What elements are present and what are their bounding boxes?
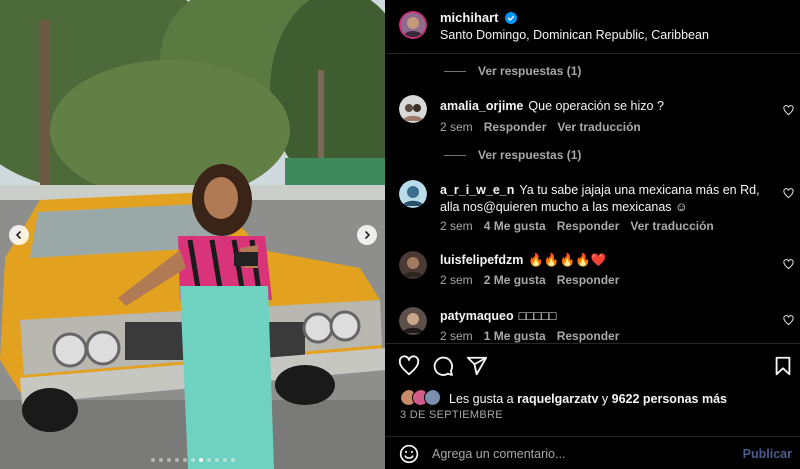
carousel-dot [222,458,227,462]
post-location[interactable]: Santo Domingo, Dominican Republic, Carib… [440,28,709,42]
post-date[interactable]: 3 DE SEPTIEMBRE [400,409,503,421]
comments-list: Ver respuestas (1) amalia_orjime Que oper… [386,55,800,343]
bookmark-icon[interactable] [772,355,794,377]
comment-meta: 2 sem 2 Me gusta Responder [440,273,630,287]
comment-likes[interactable]: 1 Me gusta [484,329,546,343]
carousel-dot [158,458,163,462]
view-replies-button[interactable]: Ver respuestas (1) [444,148,581,162]
comment-text-block: a_r_i_w_e_n Ya tu sabe jajaja una mexican… [440,182,770,216]
emoji-icon[interactable] [399,444,419,464]
comment-like-icon[interactable] [783,315,794,326]
carousel-dot [190,458,195,462]
comment-username[interactable]: patymaqueo [440,309,514,323]
replies-line [444,71,466,73]
carousel-dot [198,458,203,462]
commenter-avatar[interactable] [399,307,427,335]
reply-button[interactable]: Responder [557,219,620,233]
verified-badge-icon [505,12,518,24]
comment-text-block: luisfelipefdzm 🔥🔥🔥🔥❤️ [440,252,770,269]
likes-count[interactable]: 9622 personas más [612,392,727,406]
next-slide-button[interactable] [357,225,377,245]
carousel-dot [182,458,187,462]
carousel-dot [150,458,155,462]
reply-button[interactable]: Responder [557,329,620,343]
replies-line [444,155,466,157]
comment-like-icon[interactable] [783,105,794,116]
comment-username[interactable]: a_r_i_w_e_n [440,183,514,197]
post-header: michihart Santo Domingo, Dominican Repub… [386,0,800,54]
comment-meta: 2 sem 1 Me gusta Responder [440,329,630,343]
comment-time[interactable]: 2 sem [440,219,473,233]
likers-avatars[interactable] [400,389,444,407]
heart-icon[interactable] [398,355,420,377]
post-photo [0,0,385,469]
share-icon[interactable] [466,355,488,377]
likes-text: Les gusta a raquelgarzatv y 9622 persona… [449,392,727,406]
comment-time[interactable]: 2 sem [440,273,473,287]
comment-text-block: patymaqueo □□□□□ [440,308,770,325]
likes-prefix: Les gusta a [449,392,514,406]
reply-button[interactable]: Responder [557,273,620,287]
comment-time[interactable]: 2 sem [440,120,473,134]
comment-icon[interactable] [432,355,454,377]
reply-button[interactable]: Responder [484,120,547,134]
chevron-left-icon [15,230,22,240]
post-details-panel: michihart Santo Domingo, Dominican Repub… [386,0,800,469]
chevron-right-icon [364,230,371,240]
comment-meta: 2 sem Responder Ver traducción [440,120,652,134]
comment-body: □□□□□ [518,309,557,323]
commenter-avatar[interactable] [399,180,427,208]
comment-time[interactable]: 2 sem [440,329,473,343]
view-replies-label[interactable]: Ver respuestas (1) [478,148,581,162]
comment-meta: 2 sem 4 Me gusta Responder Ver traducción [440,219,725,233]
comment-username[interactable]: luisfelipefdzm [440,253,523,267]
comment-composer: Publicar [386,436,800,469]
comment-like-icon[interactable] [783,188,794,199]
author-avatar[interactable] [399,11,427,39]
comment-input[interactable] [432,443,712,465]
carousel-dot [230,458,235,462]
author-username-text[interactable]: michihart [440,10,499,25]
carousel-dot [174,458,179,462]
likes-conjunction: y [601,392,609,406]
comment-text-block: amalia_orjime Que operación se hizo ? [440,98,770,115]
translate-button[interactable]: Ver traducción [630,219,713,233]
post-actions-bar [386,343,800,385]
liker-username[interactable]: raquelgarzatv [517,392,598,406]
author-username[interactable]: michihart [440,10,518,25]
commenter-avatar[interactable] [399,95,427,123]
comment-username[interactable]: amalia_orjime [440,99,523,113]
publish-button[interactable]: Publicar [743,447,792,461]
liker-avatar [424,389,441,406]
comment-body: 🔥🔥🔥🔥❤️ [528,253,607,267]
carousel-dot [206,458,211,462]
carousel-dot [166,458,171,462]
translate-button[interactable]: Ver traducción [557,120,640,134]
comment-likes[interactable]: 2 Me gusta [484,273,546,287]
comment-likes[interactable]: 4 Me gusta [484,219,546,233]
previous-slide-button[interactable] [9,225,29,245]
carousel-indicator [0,458,385,462]
comment-body: Que operación se hizo ? [528,99,664,113]
comment-like-icon[interactable] [783,259,794,270]
carousel-dot [214,458,219,462]
photo-scene [0,0,385,469]
commenter-avatar[interactable] [399,251,427,279]
view-replies-label[interactable]: Ver respuestas (1) [478,64,581,78]
view-replies-button[interactable]: Ver respuestas (1) [444,64,581,78]
